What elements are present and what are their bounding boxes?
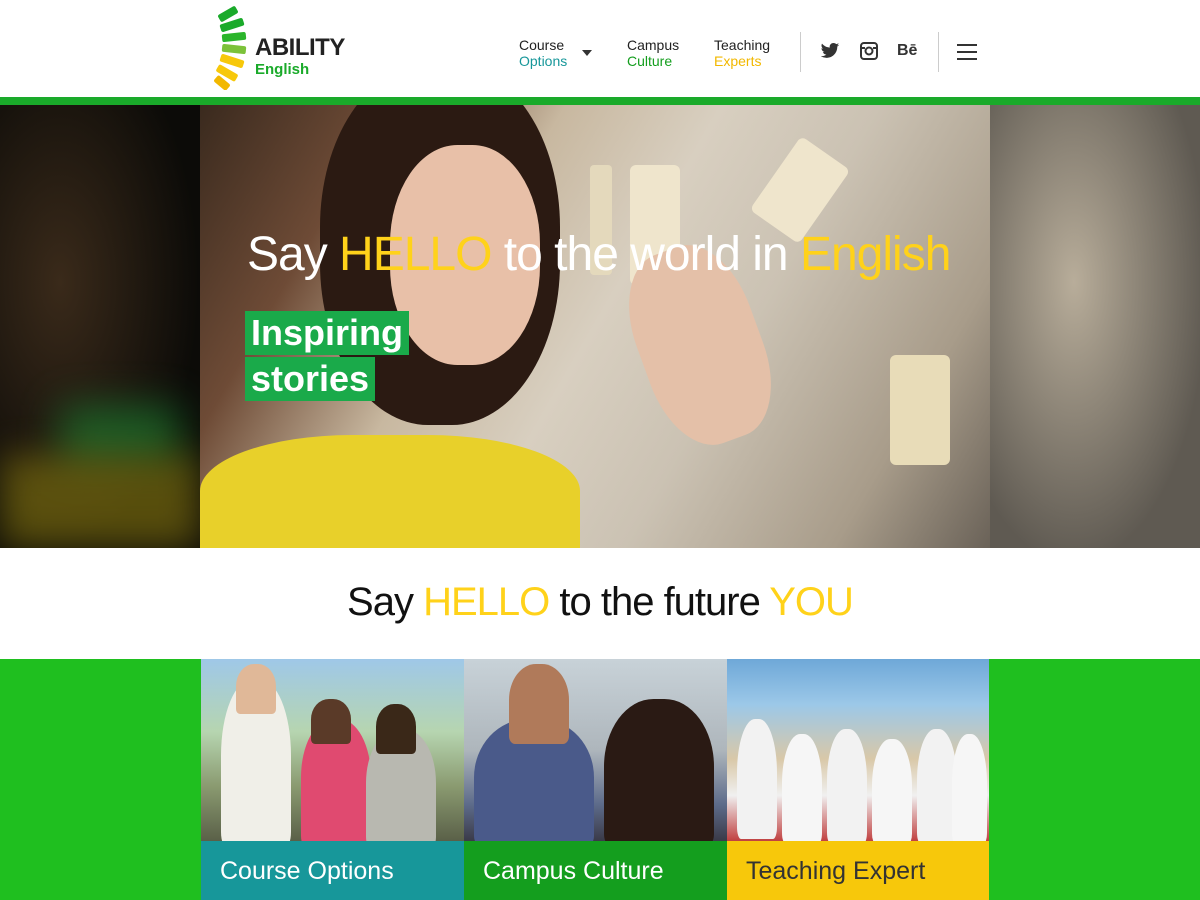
card-teaching-expert[interactable]: Teaching Expert [727, 659, 989, 900]
hero-backdrop-right [990, 105, 1200, 548]
behance-icon[interactable]: Bē [897, 42, 917, 60]
nav-campus-line1: Campus [627, 37, 680, 53]
card-campus-culture-image [464, 659, 727, 849]
logo-mark-icon [214, 6, 247, 90]
header-accent-bar [0, 97, 1200, 105]
hero-banner [0, 105, 1200, 548]
hero-tag-stories[interactable]: stories [245, 357, 376, 401]
logo[interactable]: ABILITY English [210, 6, 360, 92]
nav-campus-line2: Culture [627, 53, 673, 69]
card-course-options-label: Course Options [201, 841, 464, 900]
nav-campus-culture[interactable]: Campus Culture [627, 37, 679, 69]
site-header: ABILITY English Course Options Campus Cu… [0, 0, 1200, 97]
hero-headline: Say HELLO to the world in English [247, 228, 951, 281]
menu-icon[interactable] [957, 44, 977, 60]
nav-teaching-line2: Experts [714, 53, 762, 69]
hero-backdrop-left [0, 105, 200, 548]
nav-divider-2 [938, 32, 939, 72]
nav-course-line2: Options [519, 53, 568, 69]
nav-course-options[interactable]: Course Options [519, 37, 567, 69]
card-teaching-expert-image [727, 659, 989, 844]
card-campus-culture-label: Campus Culture [464, 841, 727, 900]
chevron-down-icon[interactable] [582, 50, 592, 56]
nav-course-line1: Course [519, 37, 565, 53]
nav-teaching-line1: Teaching [714, 37, 771, 53]
section-tagline: Say HELLO to the future YOU [347, 580, 854, 624]
nav-divider [800, 32, 801, 72]
brand-name: ABILITY [255, 34, 345, 61]
hero-tag-inspiring[interactable]: Inspiring [245, 311, 409, 355]
nav-teaching-experts[interactable]: Teaching Experts [714, 37, 770, 69]
card-course-options-image [201, 659, 464, 849]
card-course-options[interactable]: Course Options [201, 659, 464, 900]
card-campus-culture[interactable]: Campus Culture [464, 659, 727, 900]
card-teaching-expert-label: Teaching Expert [727, 841, 989, 900]
twitter-icon[interactable] [820, 42, 840, 62]
instagram-icon[interactable] [860, 42, 880, 62]
brand-subname: English [255, 61, 310, 78]
